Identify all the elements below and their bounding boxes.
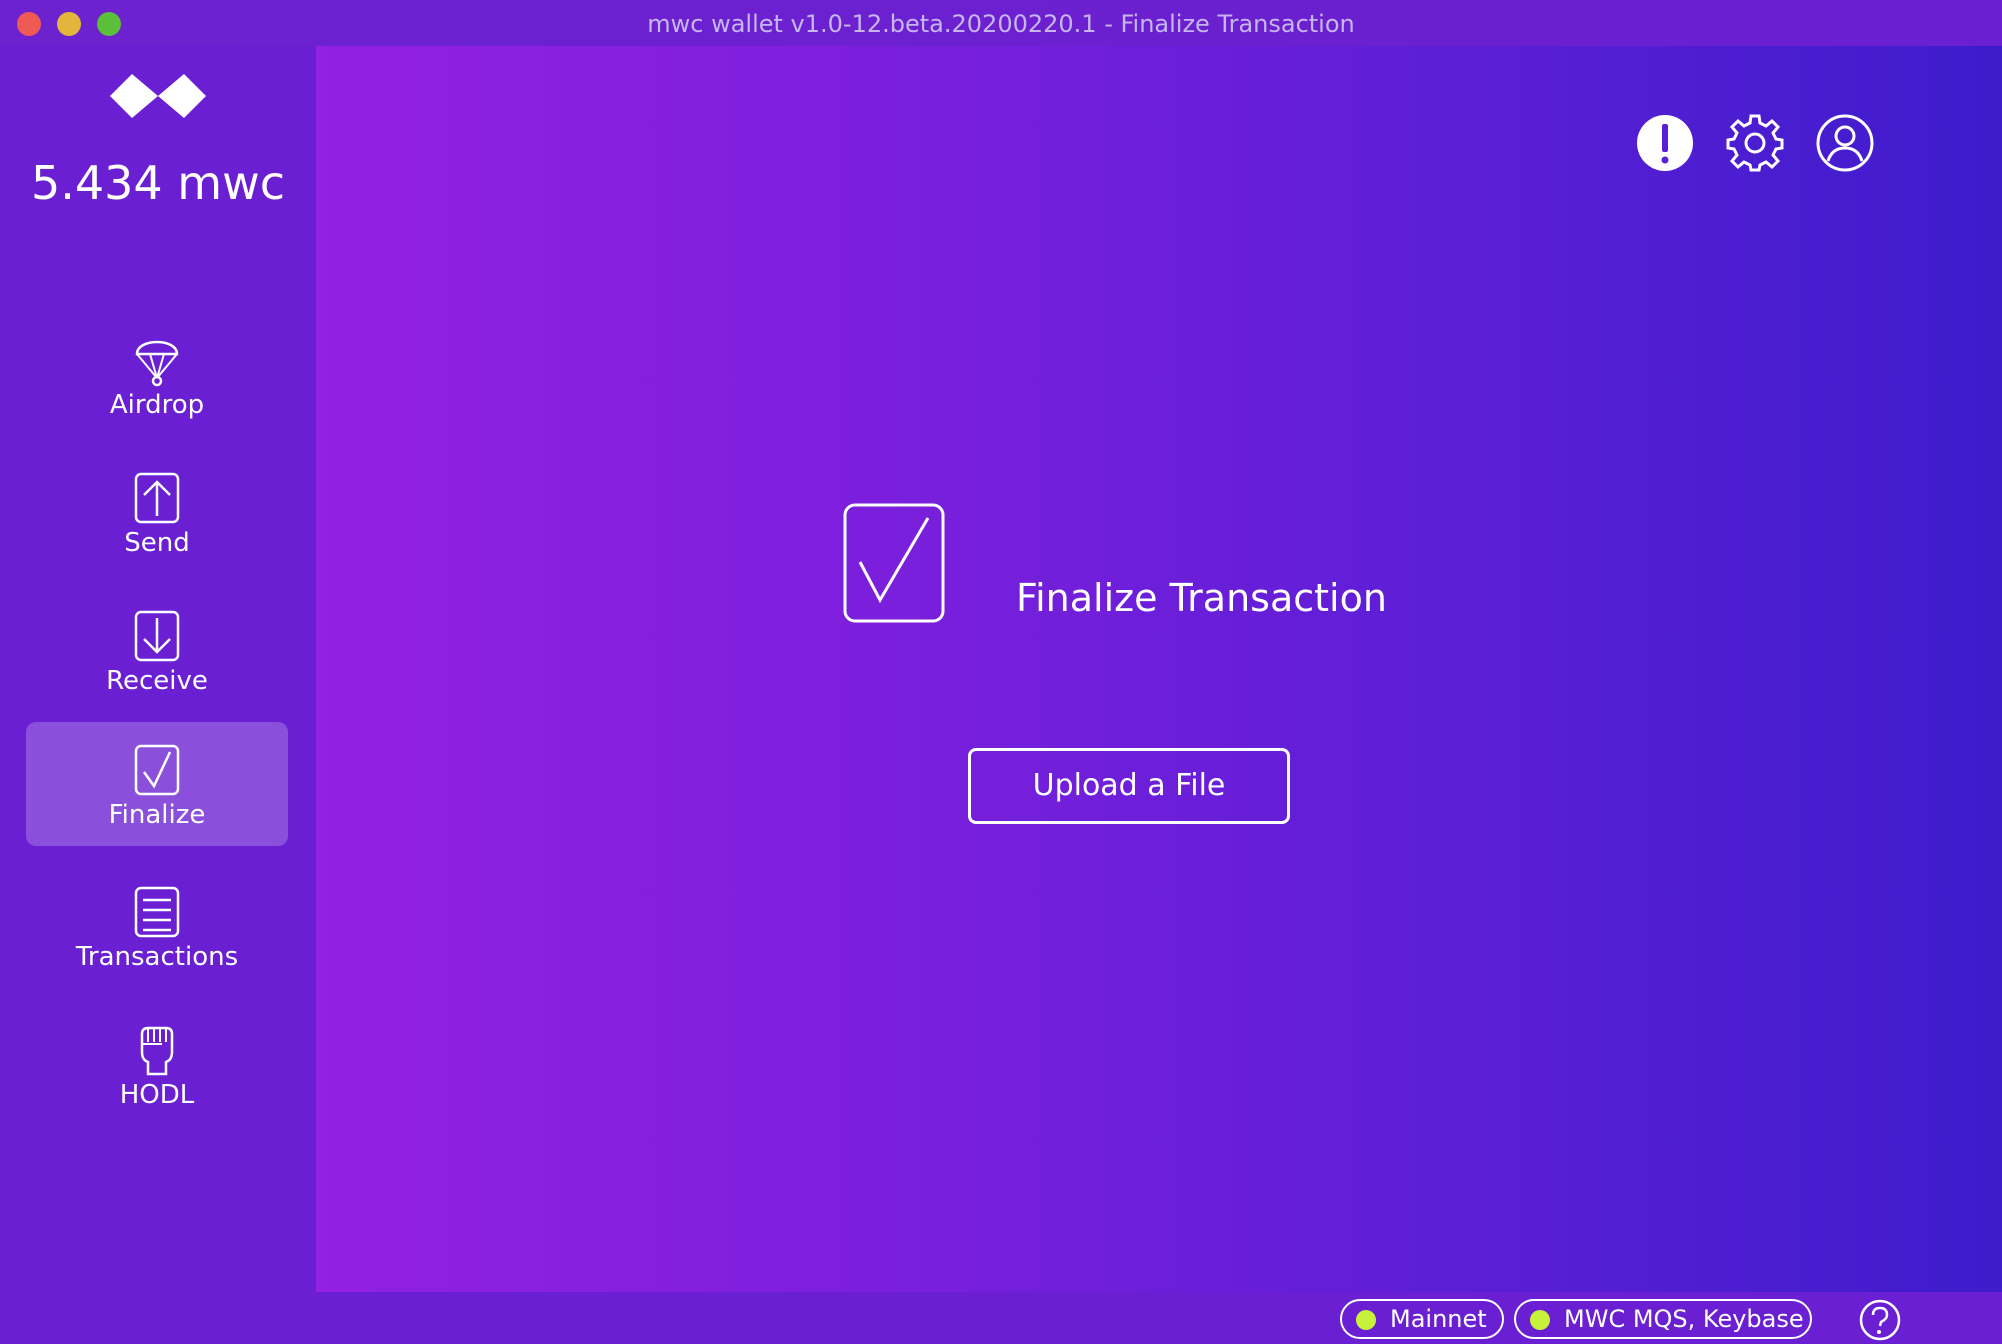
page-title: Finalize Transaction — [1016, 576, 1387, 620]
fist-icon — [140, 1026, 174, 1076]
help-icon[interactable] — [1858, 1298, 1902, 1342]
account-icon[interactable] — [1814, 112, 1876, 174]
gear-icon[interactable] — [1724, 112, 1786, 174]
sidebar-item-label: Send — [124, 528, 190, 558]
upload-arrow-icon — [134, 472, 180, 524]
header-icons — [1602, 112, 2002, 182]
app-window: mwc wallet v1.0-12.beta.20200220.1 - Fin… — [0, 0, 2002, 1344]
sidebar-item-label: Receive — [106, 666, 208, 696]
sidebar-item-label: Transactions — [75, 942, 239, 972]
sidebar-item-label: HODL — [119, 1080, 195, 1110]
network-status-badge: Mainnet — [1340, 1299, 1504, 1339]
status-dot — [1530, 1310, 1550, 1330]
sidebar-item-send[interactable]: Send — [26, 456, 288, 580]
status-dot — [1356, 1310, 1376, 1330]
title-bar: mwc wallet v1.0-12.beta.20200220.1 - Fin… — [0, 0, 2002, 46]
alert-icon[interactable] — [1634, 112, 1696, 174]
mwc-logo-icon — [110, 74, 206, 118]
main-panel: Finalize Transaction Upload a File — [316, 46, 2002, 1292]
wallet-balance: 5.434 mwc — [30, 156, 286, 210]
list-icon — [134, 886, 180, 938]
sidebar-item-airdrop[interactable]: Airdrop — [26, 318, 288, 442]
status-bar: Mainnet MWC MQS, Keybase — [0, 1292, 2002, 1344]
checkmark-icon — [134, 744, 180, 796]
parachute-icon — [135, 340, 179, 387]
network-label: Mainnet — [1390, 1305, 1487, 1333]
sidebar-item-label: Airdrop — [109, 390, 205, 420]
sidebar: 5.434 mwc Airdrop Send Receive Finalize … — [0, 46, 316, 1344]
sidebar-item-transactions[interactable]: Transactions — [26, 870, 288, 994]
download-arrow-icon — [134, 610, 180, 662]
sidebar-item-label: Finalize — [108, 800, 206, 830]
listener-status-badge: MWC MQS, Keybase — [1514, 1299, 1812, 1339]
sidebar-item-finalize[interactable]: Finalize — [26, 722, 288, 846]
window-title: mwc wallet v1.0-12.beta.20200220.1 - Fin… — [647, 10, 1355, 38]
listener-label: MWC MQS, Keybase — [1564, 1305, 1804, 1333]
sidebar-item-receive[interactable]: Receive — [26, 594, 288, 718]
upload-file-button[interactable]: Upload a File — [968, 748, 1290, 824]
sidebar-item-hodl[interactable]: HODL — [26, 1008, 288, 1132]
checkmark-icon — [843, 503, 945, 623]
